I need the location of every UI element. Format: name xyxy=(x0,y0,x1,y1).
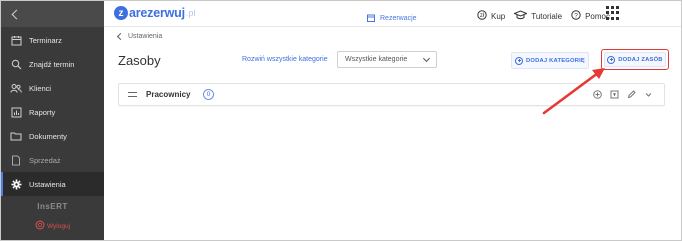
sidebar-item-znajdz-termin[interactable]: Znajdź termin xyxy=(1,52,104,76)
sidebar-collapse-button[interactable] xyxy=(1,1,104,27)
sidebar-item-dokumenty[interactable]: Dokumenty xyxy=(1,124,104,148)
buy-label: Kup xyxy=(491,11,506,21)
expand-all-link[interactable]: Rozwiń wszystkie kategorie xyxy=(242,56,328,63)
chart-icon xyxy=(10,106,22,118)
breadcrumb-label: Ustawienia xyxy=(128,33,163,40)
calendar-icon xyxy=(367,9,375,27)
sidebar-item-label: Dokumenty xyxy=(29,131,67,141)
graduation-cap-icon xyxy=(513,7,529,25)
plus-circle-icon xyxy=(607,55,616,64)
sidebar-item-label: Ustawienia xyxy=(29,179,66,189)
breadcrumb[interactable]: Ustawienia xyxy=(116,32,163,41)
sidebar-item-terminarz[interactable]: Terminarz xyxy=(1,28,104,52)
svg-text:zł: zł xyxy=(480,13,485,19)
add-icon[interactable] xyxy=(593,90,602,99)
sidebar-item-label: Raporty xyxy=(29,107,56,117)
tutorials-label: Tutoriale xyxy=(531,11,563,21)
sidebar-item-klienci[interactable]: Klienci xyxy=(1,76,104,100)
sidebar-item-sprzedaz[interactable]: Sprzedaż xyxy=(1,148,104,172)
add-resource-button[interactable]: DODAJ ZASÓB xyxy=(604,52,666,67)
reservations-label: Rezerwacje xyxy=(380,14,417,22)
document-icon xyxy=(10,154,22,166)
sidebar-item-label: Klienci xyxy=(29,83,52,93)
calendar-icon xyxy=(10,34,22,46)
chevron-down-icon xyxy=(422,54,431,63)
app-logo[interactable]: z arezerwuj .pl xyxy=(114,6,195,20)
category-panel[interactable]: Pracownicy 0 xyxy=(118,83,665,106)
drag-handle-icon[interactable] xyxy=(128,92,137,97)
gear-icon xyxy=(10,178,22,190)
category-count-badge: 0 xyxy=(203,89,214,100)
top-bar: z arezerwuj .pl Rezerwacje zł Kup Tutori… xyxy=(104,1,681,27)
search-icon xyxy=(10,58,22,70)
add-category-label: DODAJ KATEGORIĘ xyxy=(526,57,585,64)
plus-circle-icon xyxy=(515,56,524,65)
users-icon xyxy=(10,82,22,94)
header-links: zł Kup Tutoriale ? Pomoc xyxy=(477,7,619,25)
chevron-left-icon xyxy=(11,9,22,19)
category-select-value: Wszystkie kategorie xyxy=(345,56,408,63)
help-link[interactable]: ? Pomoc xyxy=(571,7,610,25)
sidebar: Terminarz Znajdź termin Klienci Raporty xyxy=(1,1,104,240)
archive-icon[interactable] xyxy=(610,90,619,99)
edit-icon[interactable] xyxy=(627,90,636,99)
add-category-button[interactable]: DODAJ KATEGORIĘ xyxy=(511,52,589,69)
brand-label: InsERT xyxy=(37,202,68,211)
panel-actions xyxy=(593,90,661,99)
tutorials-link[interactable]: Tutoriale xyxy=(513,7,563,25)
sidebar-item-label: Sprzedaż xyxy=(29,155,61,165)
logo-tld: .pl xyxy=(185,8,196,18)
sidebar-item-label: Znajdź termin xyxy=(29,59,75,69)
buy-link[interactable]: zł Kup xyxy=(477,7,505,25)
main-content: Ustawienia Zasoby Rozwiń wszystkie kateg… xyxy=(104,27,681,240)
sidebar-item-label: Terminarz xyxy=(29,35,62,45)
folder-icon xyxy=(10,130,22,142)
help-icon: ? xyxy=(571,7,581,25)
sidebar-item-raporty[interactable]: Raporty xyxy=(1,100,104,124)
logo-text: arezerwuj xyxy=(129,6,185,20)
apps-grid-icon[interactable] xyxy=(606,6,620,20)
svg-text:?: ? xyxy=(574,12,578,19)
power-icon xyxy=(35,217,45,235)
app-window: Terminarz Znajdź termin Klienci Raporty xyxy=(0,0,682,241)
logout-label: Wyloguj xyxy=(46,222,71,230)
sidebar-item-ustawienia[interactable]: Ustawienia xyxy=(1,172,104,196)
chevron-down-icon[interactable] xyxy=(644,90,653,99)
chevron-left-icon xyxy=(116,32,125,41)
reservations-link[interactable]: Rezerwacje xyxy=(367,9,417,27)
category-select[interactable]: Wszystkie kategorie xyxy=(337,51,437,68)
money-icon: zł xyxy=(477,7,487,25)
category-title: Pracownicy xyxy=(146,90,191,99)
add-resource-label: DODAJ ZASÓB xyxy=(618,56,663,63)
logout-button[interactable]: Wyloguj xyxy=(1,217,104,235)
page-title: Zasoby xyxy=(118,53,161,68)
logo-mark: z xyxy=(114,6,128,20)
